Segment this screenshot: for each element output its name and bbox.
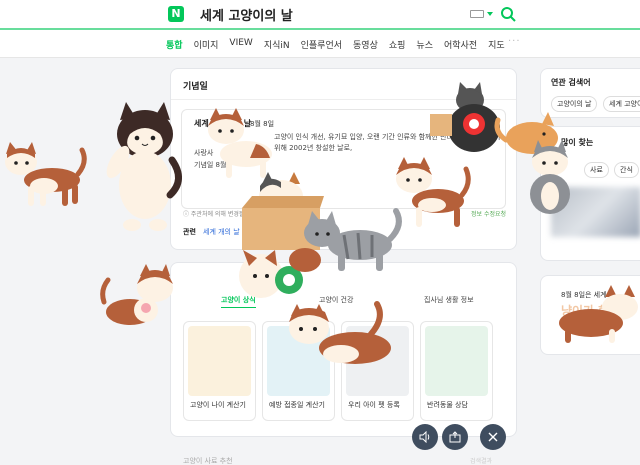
related-chip[interactable]: 세계 고양이 <box>603 96 640 112</box>
calico-cat-illustration <box>208 108 272 178</box>
consult-illustration <box>425 326 488 396</box>
tab-owner-life[interactable]: 집사님 생활 정보 <box>424 295 474 305</box>
related-search-title: 연관 검색어 <box>551 78 591 87</box>
close-icon <box>488 432 498 442</box>
tab-view[interactable]: VIEW <box>229 38 252 51</box>
tool-label: 우리 아이 펫 등록 <box>348 401 400 409</box>
cat-illustration-standing <box>106 102 182 231</box>
tab-dictionary[interactable]: 어학사전 <box>444 38 477 51</box>
cat-right-illustration <box>559 285 638 343</box>
search-tabs: 통합 이미지 VIEW 지식iN 인플루언서 동영상 쇼핑 뉴스 어학사전 지도 <box>166 38 516 51</box>
tool-label: 고양이 나이 계산기 <box>190 401 246 409</box>
search-icon[interactable] <box>500 6 516 22</box>
tab-news[interactable]: 뉴스 <box>416 38 433 51</box>
tab-image[interactable]: 이미지 <box>194 38 219 51</box>
chevron-down-icon[interactable] <box>487 12 493 16</box>
tool-pet-consult[interactable]: 반려동물 상담 <box>420 321 493 421</box>
naver-logo[interactable]: N <box>168 6 184 22</box>
share-button[interactable] <box>442 424 468 450</box>
tab-video[interactable]: 동영상 <box>353 38 378 51</box>
related-link[interactable]: 세계 개의 날 <box>203 227 240 237</box>
tab-kin[interactable]: 지식iN <box>264 38 290 51</box>
tab-influencer[interactable]: 인플루언서 <box>301 38 342 51</box>
tool-label: 예방 접종일 계산기 <box>269 401 325 409</box>
page: N 세계 고양이의 날 통합 이미지 VIEW 지식iN 인플루언서 동영상 쇼… <box>0 0 640 465</box>
header-divider <box>0 28 640 30</box>
tab-shopping[interactable]: 쇼핑 <box>389 38 406 51</box>
speaker-button[interactable] <box>412 424 438 450</box>
tab-all[interactable]: 통합 <box>166 38 183 51</box>
speaker-icon <box>419 431 430 443</box>
tab-map[interactable]: 지도 <box>488 38 505 51</box>
cat-paw-illustration <box>100 264 173 325</box>
gray-cat-illustration <box>530 140 570 214</box>
search-input[interactable]: 세계 고양이의 날 <box>200 5 293 24</box>
cat-illustration-sitting <box>396 157 471 227</box>
cat-lying-illustration <box>289 301 391 364</box>
keyboard-icon[interactable] <box>470 10 484 18</box>
search-header: N 세계 고양이의 날 통합 이미지 VIEW 지식iN 인플루언서 동영상 쇼… <box>0 0 640 58</box>
cat-illustration-walking <box>5 142 87 206</box>
close-button[interactable] <box>480 424 506 450</box>
report-link[interactable]: 정보 수정요청 <box>471 209 506 218</box>
tool-label: 반려동물 상담 <box>427 401 468 409</box>
next-section-link[interactable]: 검색결과 <box>470 456 492 465</box>
popular-chip-snack[interactable]: 간식 <box>614 162 639 178</box>
card-title: 기념일 <box>183 82 208 92</box>
popular-chip-food[interactable]: 사료 <box>584 162 609 178</box>
share-icon <box>449 431 461 443</box>
more-tabs-button[interactable]: ··· <box>508 36 521 47</box>
next-section-title: 고양이 사료 추천 <box>183 457 233 465</box>
